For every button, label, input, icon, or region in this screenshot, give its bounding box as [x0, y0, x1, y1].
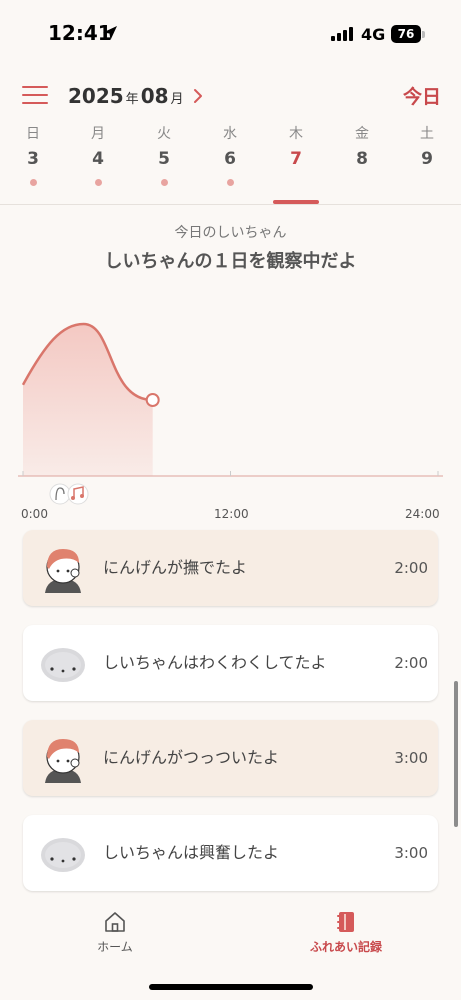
date-number: 4: [92, 149, 104, 169]
pet-avatar-icon: [39, 828, 87, 878]
summary-subtitle: 今日のしいちゃん: [174, 225, 287, 241]
event-time: 3:00: [394, 749, 428, 767]
status-bar: 12:41 4G 76: [0, 0, 461, 66]
calendar-header: 2025 年 08 月 今日: [0, 80, 461, 114]
human-avatar-icon: [39, 733, 87, 783]
touch-event-marker-icon[interactable]: [49, 483, 71, 505]
network-type: 4G: [361, 25, 386, 44]
day-9[interactable]: 土9: [402, 123, 452, 173]
today-button[interactable]: 今日: [403, 82, 441, 109]
selected-day-indicator: [273, 200, 319, 204]
event-text: にんげんが撫でたよ: [103, 558, 248, 577]
event-card[interactable]: にんげんがつっついたよ 3:00: [23, 720, 438, 796]
event-text: しいちゃんは興奮したよ: [103, 843, 280, 862]
tab-records[interactable]: ふれあい記録: [286, 910, 406, 955]
event-time: 2:00: [394, 559, 428, 577]
x-tick-label: 24:00: [405, 507, 440, 521]
weekday-label: 金: [355, 126, 369, 142]
date-number: 3: [27, 149, 39, 169]
weekday-label: 月: [91, 126, 105, 142]
day-7[interactable]: 木7: [271, 123, 321, 204]
music-event-marker-icon[interactable]: [67, 483, 89, 505]
tab-records-label: ふれあい記録: [309, 940, 382, 954]
weekday-label: 土: [420, 126, 434, 142]
date-number: 6: [224, 149, 236, 169]
scrollbar[interactable]: [454, 681, 458, 827]
weekday-label: 火: [157, 126, 171, 142]
date-number: 8: [356, 149, 368, 169]
pet-avatar-icon: [39, 638, 87, 688]
x-tick-label: 0:00: [21, 507, 48, 521]
battery-icon: 76: [391, 25, 421, 43]
event-text: にんげんがつっついたよ: [103, 748, 280, 767]
day-8[interactable]: 金8: [337, 123, 387, 173]
notebook-icon: [337, 912, 354, 932]
day-6[interactable]: 水6: [205, 123, 255, 186]
event-card[interactable]: しいちゃんはわくわくしてたよ 2:00: [23, 625, 438, 701]
chevron-right-icon[interactable]: [190, 86, 206, 106]
tab-home-label: ホーム: [97, 940, 133, 954]
activity-area: [23, 324, 153, 476]
human-avatar-icon: [39, 543, 87, 593]
signal-icon: [331, 27, 353, 41]
record-dot: [160, 179, 168, 186]
date-number: 7: [290, 149, 302, 169]
year-value: 2025: [68, 84, 124, 108]
record-dot: [226, 179, 234, 186]
record-dot: [94, 179, 102, 186]
tab-home[interactable]: ホーム: [55, 910, 175, 955]
month-label: 2025 年 08 月: [68, 84, 186, 108]
home-indicator: [149, 984, 313, 990]
weekday-label: 水: [223, 126, 237, 142]
event-time: 3:00: [394, 844, 428, 862]
menu-icon[interactable]: [22, 86, 48, 106]
home-icon: [105, 912, 125, 932]
x-tick-label: 12:00: [214, 507, 249, 521]
week-strip: 日3月4火5水6木7金8土9: [0, 123, 461, 205]
event-text: しいちゃんはわくわくしてたよ: [103, 653, 327, 672]
weekday-label: 木: [289, 126, 303, 142]
current-point-marker: [145, 393, 160, 407]
location-arrow-icon: [103, 26, 117, 40]
weekday-label: 日: [26, 126, 40, 142]
day-5[interactable]: 火5: [139, 123, 189, 186]
event-card[interactable]: しいちゃんは興奮したよ 3:00: [23, 815, 438, 891]
month-unit: 月: [170, 92, 184, 107]
event-time: 2:00: [394, 654, 428, 672]
activity-chart: [18, 322, 443, 505]
day-3[interactable]: 日3: [8, 123, 58, 186]
date-number: 9: [421, 149, 433, 169]
event-card[interactable]: にんげんが撫でたよ 2:00: [23, 530, 438, 606]
battery-tip: [422, 31, 425, 38]
summary-title: しいちゃんの１日を観察中だよ: [104, 251, 357, 272]
record-dot: [29, 179, 37, 186]
year-unit: 年: [125, 92, 139, 107]
day-4[interactable]: 月4: [73, 123, 123, 186]
month-value: 08: [140, 84, 169, 108]
date-number: 5: [158, 149, 170, 169]
